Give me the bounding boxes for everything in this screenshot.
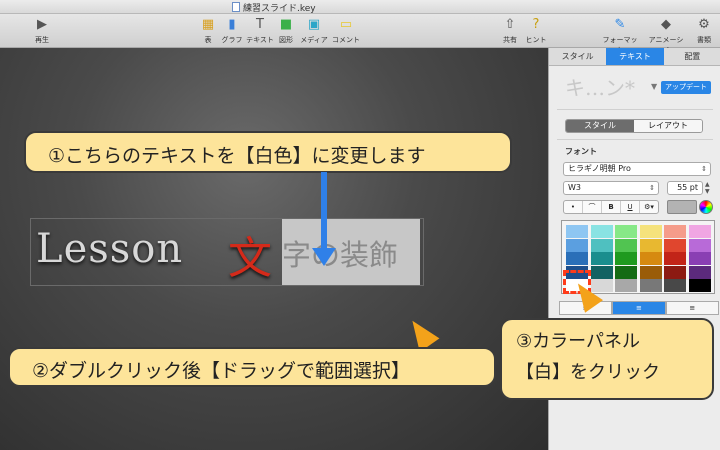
- color-swatch[interactable]: [688, 252, 711, 265]
- update-style-button[interactable]: アップデート: [661, 81, 711, 94]
- style-layout-segmented: スタイル レイアウト: [565, 119, 703, 133]
- color-swatch[interactable]: [688, 238, 711, 252]
- color-swatch[interactable]: [664, 279, 686, 292]
- color-swatch[interactable]: [566, 238, 588, 252]
- animation-icon: ◆: [661, 17, 671, 32]
- segment-style[interactable]: スタイル: [566, 120, 634, 132]
- font-section-label: フォント: [565, 147, 597, 156]
- tab-style[interactable]: スタイル: [549, 48, 606, 65]
- color-swatch[interactable]: [615, 225, 637, 238]
- color-swatch[interactable]: [688, 265, 711, 279]
- color-swatch[interactable]: [590, 265, 613, 279]
- callout-step-3: ③カラーパネル 【白】をクリック: [500, 318, 714, 400]
- color-swatch[interactable]: [566, 252, 588, 265]
- color-swatch[interactable]: [639, 225, 662, 238]
- align-right-button[interactable]: ≡: [665, 301, 719, 315]
- keynote-document-icon: [232, 2, 240, 12]
- toolbar: ▶ 再生 ▦ 表 ▮ グラフ T テキスト ■ 図形 ▣ メディア ▭ コメント…: [0, 14, 720, 54]
- table-label: 表: [204, 36, 212, 44]
- color-swatch[interactable]: [615, 252, 637, 265]
- tips-button[interactable]: ? ヒント: [516, 17, 556, 45]
- color-swatch[interactable]: [664, 238, 686, 252]
- media-label: メディア: [300, 36, 328, 44]
- callout-step-2: ②ダブルクリック後【ドラッグで範囲選択】: [8, 347, 496, 387]
- play-label: 再生: [35, 36, 49, 44]
- tips-label: ヒント: [525, 36, 547, 44]
- shape-icon: ■: [279, 17, 293, 32]
- font-size-field[interactable]: 55 pt: [667, 181, 703, 195]
- document-button[interactable]: ⚙ 書類: [684, 17, 720, 45]
- color-swatch[interactable]: [615, 238, 637, 252]
- play-icon: ▶: [37, 17, 47, 32]
- callout-step-3-line-1: ③カラーパネル: [516, 331, 640, 352]
- color-swatch[interactable]: [566, 225, 588, 238]
- tips-icon: ?: [532, 17, 540, 32]
- bullet-button[interactable]: •: [564, 201, 583, 213]
- document-icon: ⚙: [698, 17, 710, 32]
- advanced-options-button[interactable]: ⚙▾: [640, 201, 658, 213]
- document-label: 書類: [697, 36, 711, 44]
- tab-arrange[interactable]: 配置: [664, 48, 720, 65]
- color-swatch[interactable]: [639, 238, 662, 252]
- comment-label: コメント: [332, 36, 360, 44]
- slide-char-red[interactable]: 文: [228, 222, 272, 286]
- color-swatch[interactable]: [615, 279, 637, 292]
- font-weight-select[interactable]: W3 ⇕: [563, 181, 659, 195]
- window-title: 練習スライド.key: [232, 1, 316, 14]
- font-family-select[interactable]: ヒラギノ明朝 Pro ⇕: [563, 162, 711, 176]
- color-swatch[interactable]: [590, 252, 613, 265]
- inspector-tabs: スタイル テキスト 配置: [549, 48, 720, 66]
- bold-button[interactable]: B: [602, 201, 621, 213]
- share-label: 共有: [503, 36, 517, 44]
- color-swatch[interactable]: [590, 238, 613, 252]
- color-swatch[interactable]: [615, 265, 637, 279]
- chart-icon: ▮: [228, 17, 236, 32]
- window-title-text: 練習スライド.key: [243, 4, 316, 14]
- divider: [557, 109, 713, 110]
- comment-button[interactable]: ▭ コメント: [326, 17, 366, 45]
- shape-label: 図形: [279, 36, 293, 44]
- play-button[interactable]: ▶ 再生: [22, 17, 62, 45]
- tab-text[interactable]: テキスト: [606, 48, 664, 65]
- arrow-down-icon: [312, 248, 336, 266]
- curve-button[interactable]: ⌒: [583, 201, 602, 213]
- align-center-button[interactable]: ≡: [612, 301, 666, 315]
- color-swatch[interactable]: [639, 279, 662, 292]
- comment-icon: ▭: [339, 17, 353, 32]
- slide-word-lesson[interactable]: Lesson: [36, 226, 183, 272]
- color-swatch[interactable]: [688, 279, 711, 292]
- color-swatch[interactable]: [590, 225, 613, 238]
- media-icon: ▣: [307, 17, 321, 32]
- paragraph-style-preview[interactable]: キ…ン*: [565, 72, 635, 101]
- updown-chevron-icon: ⇕: [701, 165, 707, 173]
- color-swatch[interactable]: [688, 225, 711, 238]
- segment-layout[interactable]: レイアウト: [634, 120, 702, 132]
- font-weight-value: W3: [568, 183, 581, 192]
- underline-button[interactable]: U: [621, 201, 640, 213]
- color-swatch[interactable]: [639, 252, 662, 265]
- updown-chevron-icon: ⇕: [649, 184, 655, 192]
- callout-step-3-line-2: 【白】をクリック: [516, 362, 660, 383]
- chevron-down-icon[interactable]: ▼: [651, 82, 657, 91]
- text-format-buttons: • ⌒ B U ⚙▾: [563, 200, 659, 214]
- color-swatch[interactable]: [664, 265, 686, 279]
- text-color-well[interactable]: [667, 200, 697, 214]
- font-family-value: ヒラギノ明朝 Pro: [568, 164, 631, 173]
- slide-canvas[interactable]: Lesson 文 字の装飾: [0, 48, 548, 450]
- format-icon: ✎: [614, 17, 626, 32]
- color-swatch[interactable]: [664, 252, 686, 265]
- arrow-down-shaft: [321, 172, 327, 254]
- font-size-stepper[interactable]: ▲ ▼: [705, 181, 713, 195]
- slide-selected-text[interactable]: 字の装飾: [282, 232, 398, 274]
- divider: [557, 139, 713, 140]
- color-swatch[interactable]: [664, 225, 686, 238]
- color-wheel-icon[interactable]: [699, 200, 713, 214]
- callout-step-1: ①こちらのテキストを【白色】に変更します: [24, 131, 512, 173]
- title-bar: 練習スライド.key: [0, 0, 720, 14]
- color-swatch[interactable]: [639, 265, 662, 279]
